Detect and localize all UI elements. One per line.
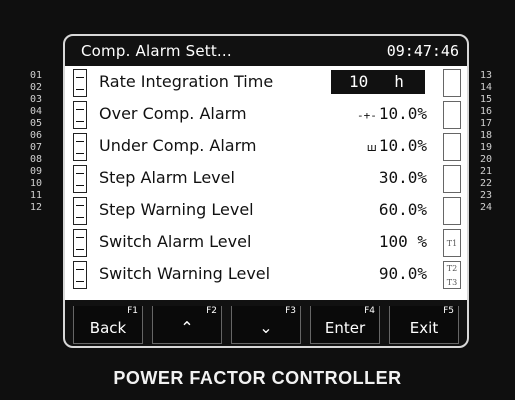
terminal-number: 19 (480, 142, 493, 153)
unit-label: h (394, 72, 404, 91)
setting-row-step-warning-level[interactable]: Step Warning Level 60.0% (65, 196, 467, 227)
row-indicator-icon (73, 261, 87, 289)
setting-value: -+- 10.0% (356, 104, 427, 123)
setting-row-rate-integration-time[interactable]: Rate Integration Time 10 h (65, 68, 467, 99)
button-label: Enter (324, 319, 366, 337)
terminal-number: 06 (29, 130, 42, 141)
enter-button[interactable]: F4 Enter (310, 306, 380, 344)
setting-row-switch-alarm-level[interactable]: Switch Alarm Level 100 % T1 (65, 228, 467, 259)
terminal-number: 01 (29, 70, 42, 81)
settings-list: Rate Integration Time 10 h Over Comp. Ala… (65, 68, 467, 296)
terminal-number: 03 (29, 94, 42, 105)
setting-label: Rate Integration Time (99, 72, 274, 91)
output-box (443, 101, 461, 129)
terminal-number: 08 (29, 154, 42, 165)
terminal-number: 13 (480, 70, 493, 81)
button-label: Back (89, 319, 127, 337)
output-box-t2-t3: T2 T3 (443, 261, 461, 289)
chevron-up-icon: ⌃ (180, 318, 194, 337)
terminal-number: 09 (29, 166, 42, 177)
function-key-number: F3 (285, 306, 296, 316)
setting-row-over-comp-alarm[interactable]: Over Comp. Alarm -+- 10.0% (65, 100, 467, 131)
setting-label: Step Warning Level (99, 200, 254, 219)
function-key-number: F4 (364, 306, 375, 316)
function-key-number: F2 (206, 306, 217, 316)
setting-label: Under Comp. Alarm (99, 136, 257, 155)
up-button[interactable]: F2 ⌃ (152, 306, 222, 344)
setting-value: ꟺ 10.0% (366, 136, 427, 155)
terminal-number: 14 (480, 82, 493, 93)
title-bar: Comp. Alarm Sett... 09:47:46 (65, 36, 467, 66)
terminal-number: 17 (480, 118, 493, 129)
chevron-down-icon: ⌄ (259, 318, 273, 337)
setting-value: 60.0% (378, 200, 427, 219)
setting-row-step-alarm-level[interactable]: Step Alarm Level 30.0% (65, 164, 467, 195)
device-panel: 01 02 03 04 05 06 07 08 09 10 11 12 13 1… (0, 0, 515, 400)
terminal-number: 12 (29, 202, 42, 213)
setting-label: Switch Alarm Level (99, 232, 252, 251)
setting-row-under-comp-alarm[interactable]: Under Comp. Alarm ꟺ 10.0% (65, 132, 467, 163)
left-terminal-numbers: 01 02 03 04 05 06 07 08 09 10 11 12 (12, 70, 42, 214)
terminal-number: 21 (480, 166, 493, 177)
terminal-number: 07 (29, 142, 42, 153)
setting-label: Switch Warning Level (99, 264, 271, 283)
row-indicator-icon (73, 101, 87, 129)
terminal-number: 11 (29, 190, 42, 201)
terminal-number: 23 (480, 190, 493, 201)
output-box (443, 165, 461, 193)
function-key-number: F1 (127, 306, 138, 316)
terminal-number: 18 (480, 130, 493, 141)
terminal-number: 02 (29, 82, 42, 93)
terminal-number: 20 (480, 154, 493, 165)
down-button[interactable]: F3 ⌄ (231, 306, 301, 344)
exit-button[interactable]: F5 Exit (389, 306, 459, 344)
setting-label: Over Comp. Alarm (99, 104, 247, 123)
under-comp-icon: ꟺ (366, 141, 377, 154)
row-indicator-icon (73, 69, 87, 97)
screen-title: Comp. Alarm Sett... (81, 42, 232, 60)
setting-label: Step Alarm Level (99, 168, 235, 187)
row-indicator-icon (73, 165, 87, 193)
over-comp-icon: -+- (356, 109, 377, 122)
setting-value: 90.0% (378, 264, 427, 283)
row-indicator-icon (73, 133, 87, 161)
terminal-number: 10 (29, 178, 42, 189)
clock: 09:47:46 (386, 42, 459, 60)
lcd-screen: Comp. Alarm Sett... 09:47:46 Rate Integr… (63, 34, 469, 348)
terminal-number: 24 (480, 202, 493, 213)
output-box (443, 69, 461, 97)
right-terminal-numbers: 13 14 15 16 17 18 19 20 21 22 23 24 (480, 70, 510, 214)
row-indicator-icon (73, 197, 87, 225)
back-button[interactable]: F1 Back (73, 306, 143, 344)
output-box-t1: T1 (443, 229, 461, 257)
setting-value-field[interactable]: 10 h (331, 70, 425, 94)
function-key-bar: F1 Back F2 ⌃ F3 ⌄ F4 Enter F5 Exit (65, 300, 467, 346)
terminal-number: 05 (29, 118, 42, 129)
setting-value: 30.0% (378, 168, 427, 187)
row-indicator-icon (73, 229, 87, 257)
button-label: Exit (409, 319, 439, 337)
terminal-number: 04 (29, 106, 42, 117)
device-caption: POWER FACTOR CONTROLLER (113, 368, 402, 388)
setting-row-switch-warning-level[interactable]: Switch Warning Level 90.0% T2 T3 (65, 260, 467, 291)
terminal-number: 22 (480, 178, 493, 189)
terminal-number: 16 (480, 106, 493, 117)
terminal-number: 15 (480, 94, 493, 105)
output-box (443, 197, 461, 225)
function-key-number: F5 (443, 306, 454, 316)
setting-value: 100 % (378, 232, 427, 251)
output-box (443, 133, 461, 161)
